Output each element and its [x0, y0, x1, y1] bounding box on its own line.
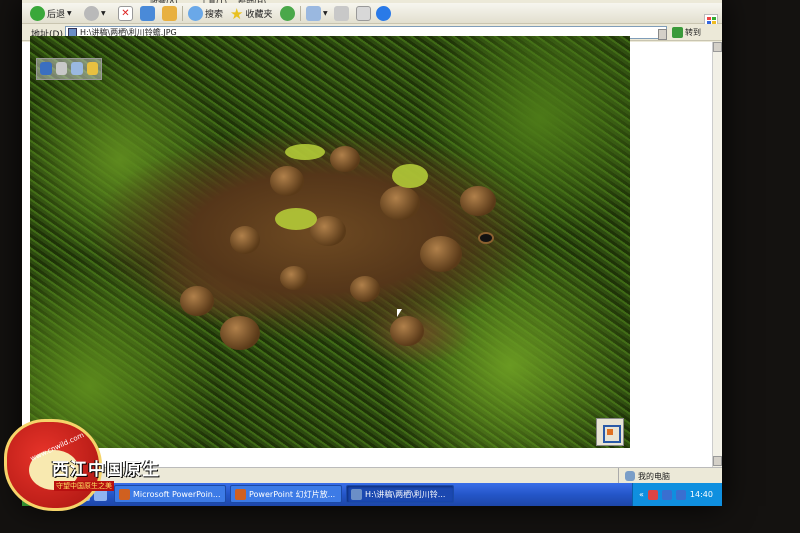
go-arrow-icon	[672, 27, 683, 38]
stop-button[interactable]: ✕	[118, 5, 133, 22]
clock: 14:40	[689, 490, 713, 499]
zone-label: 我的电脑	[638, 471, 670, 481]
toad-eye	[478, 232, 494, 244]
folder-icon[interactable]	[86, 62, 98, 75]
search-label: 搜索	[205, 10, 224, 20]
print-button[interactable]	[334, 5, 349, 22]
print-icon	[334, 6, 349, 21]
computer-icon	[625, 471, 635, 481]
mail-icon[interactable]	[71, 62, 83, 75]
toolbar-divider	[300, 6, 301, 21]
image-toolbar	[36, 58, 102, 80]
taskbar-item-image-viewer[interactable]: H:\讲稿\两栖\利川铃...	[346, 485, 454, 503]
forward-arrow-icon	[84, 6, 99, 21]
vertical-scrollbar[interactable]	[712, 42, 722, 467]
refresh-button[interactable]	[140, 5, 155, 22]
ie-icon	[376, 6, 391, 21]
forward-button[interactable]: ▼	[84, 5, 106, 22]
task-label: PowerPoint 幻灯片放...	[249, 489, 336, 499]
expand-image-button[interactable]	[596, 418, 624, 446]
mouse-cursor	[397, 309, 402, 317]
network-icon[interactable]	[661, 489, 672, 500]
address-dropdown-button[interactable]	[658, 29, 667, 40]
mail-icon	[306, 6, 321, 21]
system-tray: « 14:40	[632, 483, 722, 506]
chevron-down-icon: ▼	[101, 10, 106, 17]
back-arrow-icon	[30, 6, 45, 21]
search-icon	[188, 6, 203, 21]
image-file-icon	[351, 488, 362, 500]
toolbar: 后退 ▼ ▼ ✕ 搜索 ★ 收藏夹 ▼	[22, 3, 722, 24]
print-icon[interactable]	[55, 62, 67, 75]
task-label: H:\讲稿\两栖\利川铃...	[365, 489, 446, 499]
watermark-title: 西江中国原生	[52, 460, 160, 480]
edit-button[interactable]	[356, 5, 371, 22]
chevron-down-icon: ▼	[67, 10, 72, 17]
messenger-button[interactable]	[376, 5, 391, 22]
security-zone: 我的电脑	[618, 468, 670, 484]
edit-icon	[356, 6, 371, 21]
tray-expand-icon[interactable]: «	[639, 490, 644, 499]
tray-app-icon[interactable]	[647, 489, 658, 500]
search-button[interactable]: 搜索	[188, 5, 223, 22]
scroll-up-button[interactable]	[713, 42, 722, 52]
home-button[interactable]	[162, 5, 177, 22]
home-icon	[162, 6, 177, 21]
back-button[interactable]: 后退 ▼	[30, 5, 72, 22]
favorites-button[interactable]: ★ 收藏夹	[230, 4, 273, 23]
watermark-logo: www.cnwild.com 西江中国原生 守望中国原生之美	[0, 415, 180, 533]
go-label: 转到	[685, 28, 701, 37]
watermark-subtitle: 守望中国原生之美	[54, 481, 114, 491]
go-button[interactable]: 转到	[672, 27, 701, 38]
toolbar-divider	[182, 6, 183, 21]
history-button[interactable]	[280, 5, 295, 22]
taskbar-item-slideshow[interactable]: PowerPoint 幻灯片放...	[230, 485, 342, 503]
mail-button[interactable]: ▼	[306, 5, 328, 22]
toad-photo	[30, 36, 630, 448]
powerpoint-icon	[235, 488, 246, 500]
history-icon	[280, 6, 295, 21]
volume-icon[interactable]	[675, 489, 686, 500]
refresh-icon	[140, 6, 155, 21]
chevron-down-icon: ▼	[323, 10, 328, 17]
star-icon: ★	[230, 4, 244, 23]
stop-icon: ✕	[118, 6, 133, 21]
save-icon[interactable]	[40, 62, 52, 75]
back-label: 后退	[47, 10, 66, 20]
scroll-down-button[interactable]	[713, 456, 722, 466]
favorites-label: 收藏夹	[245, 10, 273, 20]
